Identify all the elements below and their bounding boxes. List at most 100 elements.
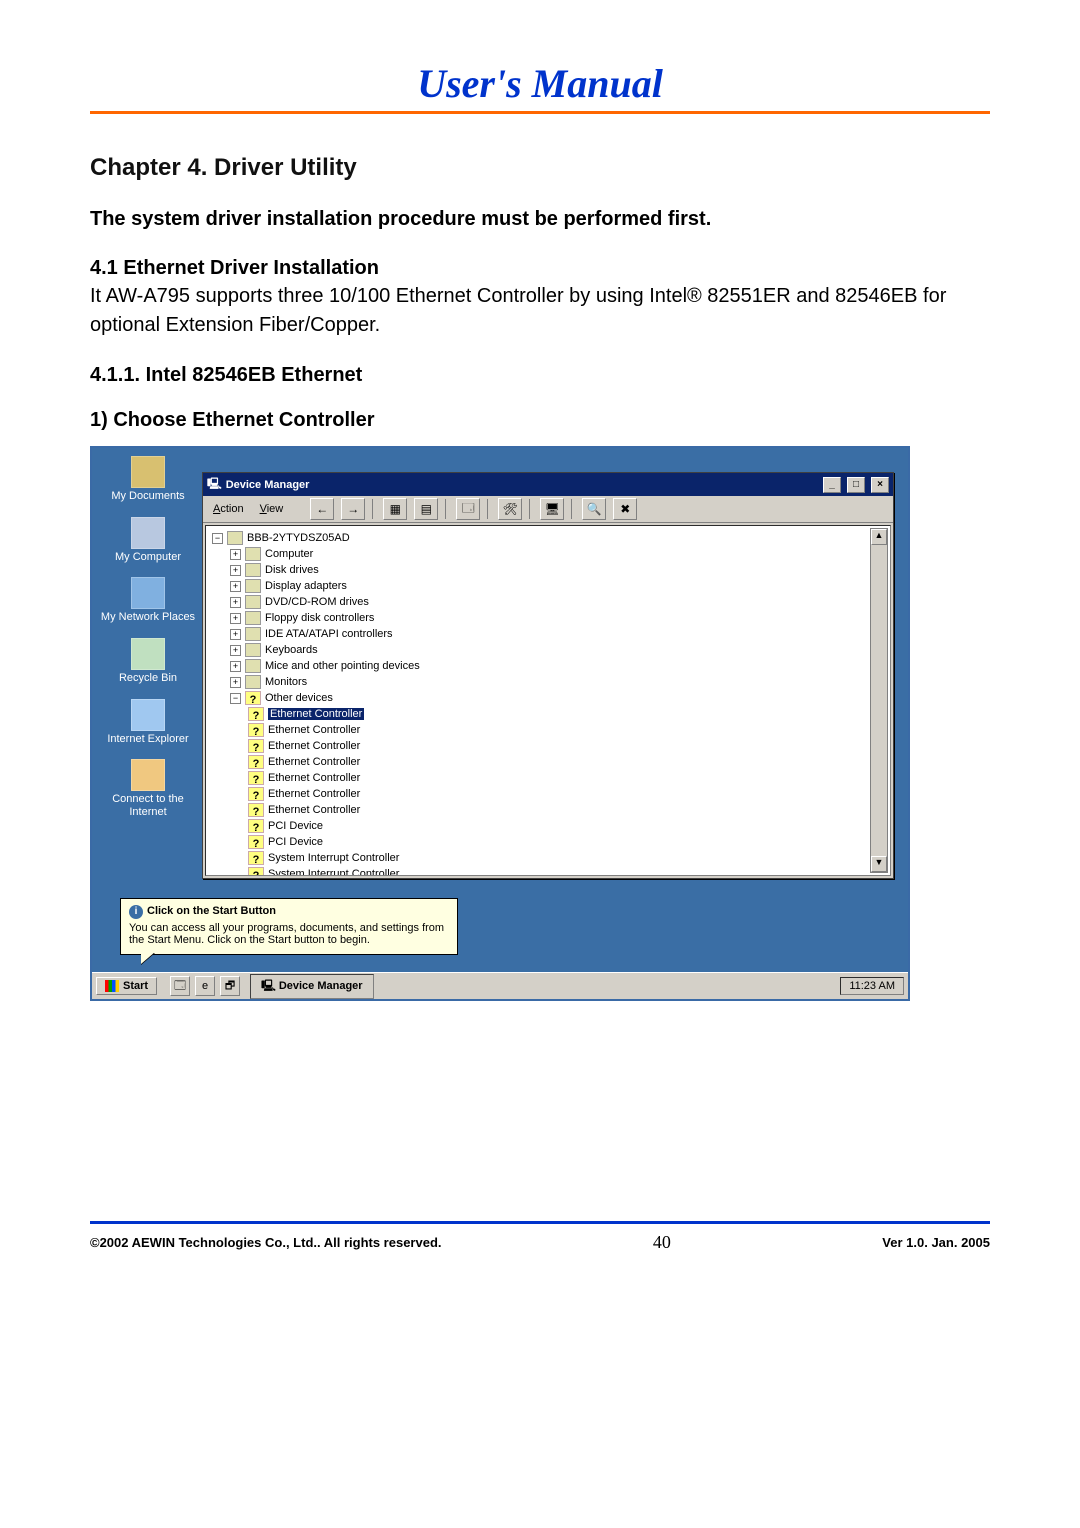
toolbar-btn-3[interactable]: 🛠 xyxy=(498,498,522,520)
warning-icon: ? xyxy=(248,803,264,817)
scroll-track[interactable] xyxy=(871,545,887,856)
warning-icon: ? xyxy=(248,787,264,801)
toolbar-separator xyxy=(372,499,373,519)
warning-icon: ? xyxy=(248,771,264,785)
toolbar-btn-4[interactable]: 🖥 xyxy=(540,498,564,520)
expand-toggle[interactable]: − xyxy=(230,693,241,704)
tree-node[interactable]: Ethernet Controller xyxy=(268,804,360,816)
desktop-icon-ie[interactable]: Internet Explorer xyxy=(98,699,198,746)
expand-toggle[interactable]: + xyxy=(230,597,241,608)
menu-action[interactable]: Action xyxy=(207,501,250,517)
floppy-icon xyxy=(245,611,261,625)
desktop-icons: My Documents My Computer My Network Plac… xyxy=(98,450,198,832)
tree-node[interactable]: Ethernet Controller xyxy=(268,788,360,800)
desktop-icon-connect-internet[interactable]: Connect to the Internet xyxy=(98,759,198,818)
section-4-1-1: 4.1.1. Intel 82546EB Ethernet xyxy=(90,364,990,387)
window-titlebar[interactable]: 🖳 Device Manager _ □ × xyxy=(203,473,893,496)
tree-node[interactable]: Disk drives xyxy=(265,564,319,576)
scan-button[interactable]: 🔍 xyxy=(582,498,606,520)
tooltip-body: You can access all your programs, docume… xyxy=(129,922,449,946)
tree-node[interactable]: Ethernet Controller xyxy=(268,740,360,752)
device-manager-icon: 🖳 xyxy=(261,980,276,992)
tree-node[interactable]: PCI Device xyxy=(268,820,323,832)
start-label: Start xyxy=(123,980,148,992)
tree-root[interactable]: BBB-2YTYDSZ05AD xyxy=(247,532,350,544)
mouse-icon xyxy=(245,659,261,673)
scroll-down-icon[interactable]: ▼ xyxy=(871,856,887,872)
vertical-scrollbar[interactable]: ▲ ▼ xyxy=(870,528,888,873)
expand-toggle[interactable]: + xyxy=(230,629,241,640)
desktop-icon-label: Recycle Bin xyxy=(119,672,177,684)
expand-toggle[interactable]: + xyxy=(230,677,241,688)
tree-node[interactable]: Ethernet Controller xyxy=(268,772,360,784)
dvd-icon xyxy=(245,595,261,609)
toolbar-btn-1[interactable]: ▦ xyxy=(383,498,407,520)
computer-icon xyxy=(131,517,165,549)
desktop-icon-my-documents[interactable]: My Documents xyxy=(98,456,198,503)
expand-toggle[interactable]: + xyxy=(230,581,241,592)
windows-flag-icon xyxy=(105,980,119,992)
close-button[interactable]: × xyxy=(871,477,889,493)
tree-node[interactable]: System Interrupt Controller xyxy=(268,868,399,876)
expand-toggle[interactable]: + xyxy=(230,661,241,672)
tree-node[interactable]: Monitors xyxy=(265,676,307,688)
tree-node[interactable]: Other devices xyxy=(265,692,333,704)
maximize-button[interactable]: □ xyxy=(847,477,865,493)
tree-node[interactable]: Floppy disk controllers xyxy=(265,612,374,624)
device-tree[interactable]: −BBB-2YTYDSZ05AD +Computer +Disk drives … xyxy=(205,525,891,876)
toolbar-btn-5[interactable]: ✖ xyxy=(613,498,637,520)
section-4-1: 4.1 Ethernet Driver Installation xyxy=(90,257,990,280)
tree-node[interactable]: Keyboards xyxy=(265,644,318,656)
properties-button[interactable]: 🗔 xyxy=(456,498,480,520)
ie-icon xyxy=(131,699,165,731)
desktop-icon-network-places[interactable]: My Network Places xyxy=(98,577,198,624)
desktop-icon-recycle-bin[interactable]: Recycle Bin xyxy=(98,638,198,685)
monitor-icon xyxy=(245,675,261,689)
toolbar-separator xyxy=(487,499,488,519)
tree-node-selected[interactable]: Ethernet Controller xyxy=(268,708,364,720)
desktop-icon-label: Connect to the Internet xyxy=(112,793,184,818)
expand-toggle[interactable]: − xyxy=(212,533,223,544)
minimize-button[interactable]: _ xyxy=(823,477,841,493)
tree-node[interactable]: Ethernet Controller xyxy=(268,756,360,768)
scroll-up-icon[interactable]: ▲ xyxy=(871,529,887,545)
tree-node[interactable]: PCI Device xyxy=(268,836,323,848)
footer-copyright: ©2002 AEWIN Technologies Co., Ltd.. All … xyxy=(90,1235,442,1250)
taskbar-clock[interactable]: 11:23 AM xyxy=(840,977,904,995)
quick-launch-ie-icon[interactable]: e xyxy=(195,976,215,996)
expand-toggle[interactable]: + xyxy=(230,645,241,656)
warning-icon: ? xyxy=(248,739,264,753)
tree-node[interactable]: Display adapters xyxy=(265,580,347,592)
desktop-icon-my-computer[interactable]: My Computer xyxy=(98,517,198,564)
warning-icon: ? xyxy=(248,723,264,737)
computer-icon xyxy=(245,547,261,561)
keyboard-icon xyxy=(245,643,261,657)
back-button[interactable]: ← xyxy=(310,498,334,520)
tree-node[interactable]: IDE ATA/ATAPI controllers xyxy=(265,628,393,640)
tree-node[interactable]: Computer xyxy=(265,548,313,560)
toolbar-btn-2[interactable]: ▤ xyxy=(414,498,438,520)
device-manager-window[interactable]: 🖳 Device Manager _ □ × Action View ← → ▦… xyxy=(202,472,894,879)
tree-node[interactable]: System Interrupt Controller xyxy=(268,852,399,864)
menu-view[interactable]: View xyxy=(254,501,290,517)
tree-node[interactable]: DVD/CD-ROM drives xyxy=(265,596,369,608)
recycle-icon xyxy=(131,638,165,670)
tree-node[interactable]: Ethernet Controller xyxy=(268,724,360,736)
desktop-icon-label: My Computer xyxy=(115,551,181,563)
toolbar-separator xyxy=(571,499,572,519)
tree-node[interactable]: Mice and other pointing devices xyxy=(265,660,420,672)
quick-launch-icon[interactable]: 🗔 xyxy=(170,976,190,996)
expand-toggle[interactable]: + xyxy=(230,565,241,576)
start-button[interactable]: Start xyxy=(96,977,157,995)
expand-toggle[interactable]: + xyxy=(230,549,241,560)
computer-icon xyxy=(227,531,243,545)
screenshot-desktop: My Documents My Computer My Network Plac… xyxy=(90,446,910,1001)
warning-icon: ? xyxy=(248,867,264,876)
desktop-icon-label: My Network Places xyxy=(101,611,195,623)
expand-toggle[interactable]: + xyxy=(230,613,241,624)
taskbar-app-device-manager[interactable]: 🖳 Device Manager xyxy=(250,974,374,999)
section-4-1-body: It AW-A795 supports three 10/100 Etherne… xyxy=(90,282,990,340)
forward-button[interactable]: → xyxy=(341,498,365,520)
quick-launch-icon[interactable]: 🗗 xyxy=(220,976,240,996)
desktop-icon-label: Internet Explorer xyxy=(107,733,188,745)
